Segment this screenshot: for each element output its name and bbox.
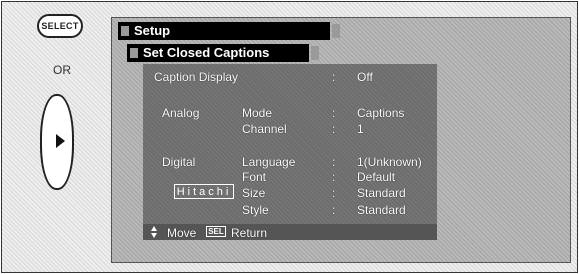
font-value[interactable]: Default [357, 170, 395, 184]
analog-heading: Analog [162, 106, 200, 120]
separator: : [332, 155, 336, 169]
separator: : [332, 106, 336, 120]
right-arrow-icon[interactable] [56, 134, 65, 148]
tab-end-marker-icon [332, 24, 340, 38]
brand-logo-text: Hitachi [176, 185, 232, 198]
mode-label[interactable]: Mode [242, 106, 272, 120]
style-value[interactable]: Standard [357, 203, 406, 217]
down-arrow-icon [151, 233, 157, 238]
return-label: Return [231, 226, 268, 240]
separator: : [332, 70, 336, 84]
tab-marker-icon [130, 48, 138, 58]
tab-setup[interactable]: Setup [118, 22, 340, 40]
style-label[interactable]: Style [242, 203, 269, 217]
separator: : [332, 170, 336, 184]
tab-end-marker-icon [311, 46, 319, 60]
tab-setup-label: Setup [134, 23, 171, 38]
mode-value[interactable]: Captions [357, 106, 404, 120]
font-label[interactable]: Font [242, 170, 266, 184]
or-label: OR [53, 63, 71, 77]
separator: : [332, 122, 336, 136]
select-button[interactable]: SELECT [37, 14, 83, 38]
language-label[interactable]: Language [242, 155, 295, 169]
tab-marker-icon [121, 26, 129, 36]
separator: : [332, 203, 336, 217]
size-value[interactable]: Standard [357, 186, 406, 200]
sel-key-icon: SEL [206, 226, 226, 237]
caption-display-value[interactable]: Off [357, 70, 373, 84]
digital-heading: Digital [162, 155, 196, 169]
channel-value[interactable]: 1 [357, 122, 364, 136]
move-label: Move [167, 226, 197, 240]
language-value[interactable]: 1(Unknown) [357, 155, 422, 169]
tab-set-closed-captions[interactable]: Set Closed Captions [127, 44, 319, 62]
separator: : [332, 186, 336, 200]
channel-label[interactable]: Channel [242, 122, 287, 136]
tab-closed-captions-label: Set Closed Captions [143, 45, 270, 60]
size-label[interactable]: Size [242, 186, 265, 200]
caption-display-label[interactable]: Caption Display [154, 70, 238, 84]
up-arrow-icon [151, 226, 157, 231]
up-down-arrow-icon [151, 226, 157, 238]
select-button-label: SELECT [41, 21, 79, 31]
sel-key-label: SEL [208, 227, 224, 236]
brand-logo: Hitachi [174, 184, 234, 199]
